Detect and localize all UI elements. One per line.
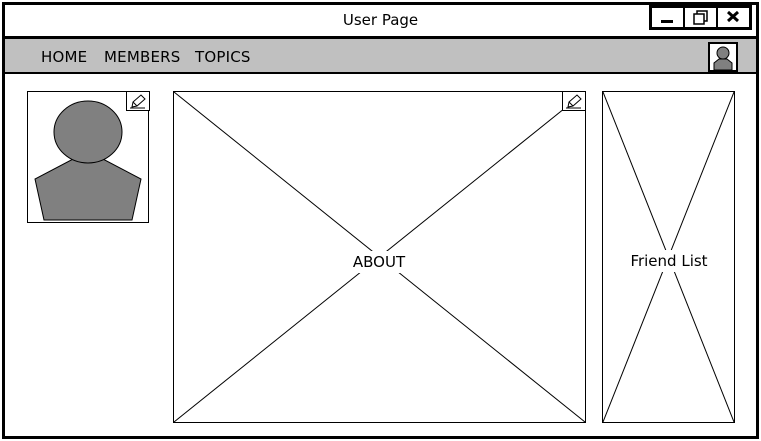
nav-bar: HOME MEMBERS TOPICS [5, 39, 756, 74]
about-panel: ABOUT [173, 91, 586, 423]
nav-members[interactable]: MEMBERS [104, 48, 180, 66]
pencil-icon [130, 94, 146, 109]
window-controls [649, 5, 752, 30]
pencil-icon [566, 94, 582, 109]
app-window: User Page HOME MEMBERS TOPICS ABOUT Frie… [2, 2, 759, 439]
restore-button[interactable] [685, 8, 718, 27]
minimize-button[interactable] [652, 8, 685, 27]
user-avatar-icon [713, 46, 733, 70]
profile-photo [27, 91, 150, 223]
title-bar: User Page [5, 5, 756, 39]
friend-list-label: Friend List [624, 250, 714, 272]
restore-icon [693, 10, 708, 25]
close-icon [726, 10, 740, 23]
about-label: ABOUT [346, 251, 412, 273]
minimize-icon [661, 20, 673, 23]
window-title: User Page [342, 11, 419, 29]
nav-home[interactable]: HOME [41, 48, 87, 66]
profile-edit-button[interactable] [126, 91, 150, 111]
nav-topics[interactable]: TOPICS [195, 48, 251, 66]
close-button[interactable] [718, 8, 749, 27]
user-avatar-button[interactable] [708, 42, 738, 72]
about-edit-button[interactable] [562, 91, 586, 111]
friend-list-panel: Friend List [602, 91, 735, 423]
